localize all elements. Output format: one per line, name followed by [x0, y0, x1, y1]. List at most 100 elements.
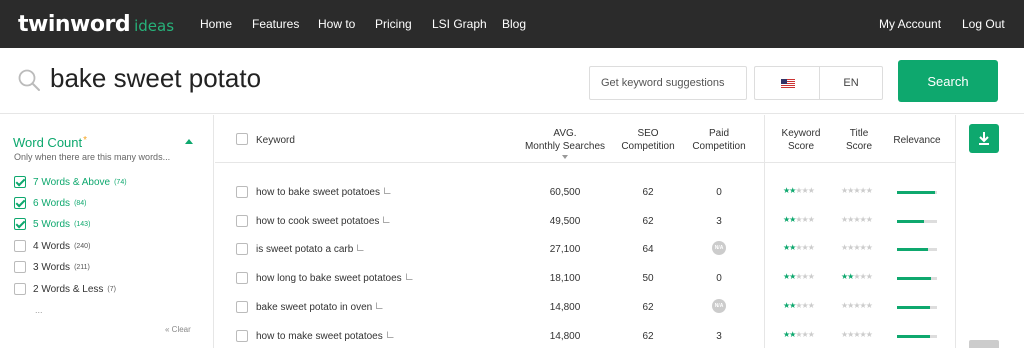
keyword-score-star: ★	[807, 301, 815, 310]
keyword-score-stars: ★★★★★	[783, 215, 815, 224]
relevance-bar	[897, 306, 937, 309]
word-count-count: (240)	[74, 242, 91, 250]
row-checkbox[interactable]	[236, 186, 248, 198]
seo-cell: 50	[642, 273, 654, 284]
suggestion-input[interactable]	[589, 66, 747, 100]
row-checkbox[interactable]	[236, 215, 248, 227]
header-paid-competition[interactable]: Paid Competition	[684, 127, 754, 153]
select-all-checkbox[interactable]	[236, 133, 248, 145]
seo-cell: 62	[642, 302, 654, 313]
relevance-bar	[897, 277, 937, 280]
nav-features[interactable]: Features	[252, 17, 299, 31]
relevance-fill	[897, 306, 930, 309]
logo[interactable]: twinword ideas	[18, 12, 174, 37]
header-seo-competition[interactable]: SEO Competition	[613, 127, 683, 153]
external-link-icon[interactable]	[383, 216, 391, 223]
word-count-checkbox[interactable]	[14, 283, 26, 295]
keyword-text: how long to bake sweet potatoes	[256, 273, 402, 284]
row-checkbox[interactable]	[236, 272, 248, 284]
external-link-icon[interactable]	[405, 273, 413, 280]
keyword-cell[interactable]: how to cook sweet potatoes	[256, 216, 391, 227]
search-bar: bake sweet potato EN Search	[0, 48, 1024, 114]
row-checkbox[interactable]	[236, 243, 248, 255]
header-kscore-line2: Score	[787, 141, 815, 152]
relevance-bar	[897, 220, 937, 223]
nav-how-to[interactable]: How to	[318, 17, 355, 31]
header-kscore-line1: Keyword	[781, 128, 821, 139]
keyword-score-star: ★	[807, 243, 815, 252]
word-count-option[interactable]: 7 Words & Above (74)	[14, 175, 127, 189]
country-selector[interactable]	[754, 66, 819, 100]
sort-desc-icon	[562, 155, 568, 159]
nav-logout[interactable]: Log Out	[962, 17, 1005, 31]
keyword-cell[interactable]: how to bake sweet potatoes	[256, 187, 391, 198]
clear-filter-link[interactable]: « Clear	[165, 325, 191, 334]
keyword-score-stars: ★★★★★	[783, 243, 815, 252]
word-count-option[interactable]: 2 Words & Less (7)	[14, 282, 116, 296]
relevance-fill	[897, 335, 930, 338]
keyword-cell[interactable]: bake sweet potato in oven	[256, 302, 384, 313]
word-count-count: (143)	[74, 220, 91, 228]
word-count-option[interactable]: 4 Words (240)	[14, 239, 90, 253]
word-count-checkbox[interactable]	[14, 240, 26, 252]
filter-sidebar: Word Count* Only when there are this man…	[0, 115, 214, 348]
word-count-option[interactable]: 6 Words (84)	[14, 196, 87, 210]
collapse-caret-icon[interactable]	[185, 139, 193, 144]
keyword-score-stars: ★★★★★	[783, 186, 815, 195]
search-button[interactable]: Search	[898, 60, 998, 102]
table-row: how to cook sweet potatoes 49,500 62 3 ★★★★★…	[215, 206, 955, 235]
external-link-icon[interactable]	[357, 244, 365, 251]
word-count-label: 7 Words & Above	[33, 176, 111, 188]
nav-lsi-graph[interactable]: LSI Graph	[432, 17, 487, 31]
title-score-stars: ★★★★★	[841, 301, 873, 310]
header-title-score[interactable]: Title Score	[833, 127, 885, 153]
row-checkbox[interactable]	[236, 330, 248, 342]
keyword-cell[interactable]: how long to bake sweet potatoes	[256, 273, 413, 284]
nav-pricing[interactable]: Pricing	[375, 17, 412, 31]
table-row: bake sweet potato in oven 14,800 62 N/A ★★★★…	[215, 292, 955, 321]
nav-my-account[interactable]: My Account	[879, 17, 941, 31]
nav-home[interactable]: Home	[200, 17, 232, 31]
paid-cell: 0	[716, 187, 722, 198]
download-button[interactable]	[969, 124, 999, 153]
title-score-star: ★	[865, 243, 873, 252]
keyword-score-star: ★	[807, 215, 815, 224]
header-divider	[215, 162, 955, 163]
language-selector[interactable]: EN	[819, 66, 883, 100]
search-query-text[interactable]: bake sweet potato	[50, 63, 261, 94]
word-count-count: (74)	[114, 178, 127, 186]
header-keyword-score[interactable]: Keyword Score	[773, 127, 829, 153]
title-score-stars: ★★★★★	[841, 272, 873, 281]
external-link-icon[interactable]	[376, 302, 384, 309]
scroll-button[interactable]	[969, 340, 999, 348]
word-count-checkbox[interactable]	[14, 197, 26, 209]
keyword-text: how to bake sweet potatoes	[256, 187, 380, 198]
header-keyword[interactable]: Keyword	[256, 134, 295, 147]
title-score-star: ★	[865, 330, 873, 339]
row-checkbox[interactable]	[236, 301, 248, 313]
keyword-text: how to make sweet potatoes	[256, 331, 383, 342]
header-relevance[interactable]: Relevance	[887, 134, 947, 147]
keyword-score-stars: ★★★★★	[783, 272, 815, 281]
external-link-icon[interactable]	[386, 331, 394, 338]
word-count-option[interactable]: 3 Words (211)	[14, 260, 90, 274]
search-icon	[18, 69, 40, 91]
word-count-checkbox[interactable]	[14, 261, 26, 273]
header-avg-searches[interactable]: AVG. Monthly Searches	[515, 127, 615, 159]
nav-blog[interactable]: Blog	[502, 17, 526, 31]
filter-title[interactable]: Word Count*	[13, 135, 87, 150]
word-count-option[interactable]: 5 Words (143)	[14, 217, 90, 231]
title-score-star: ★	[865, 186, 873, 195]
word-count-count: (84)	[74, 199, 87, 207]
word-count-checkbox[interactable]	[14, 218, 26, 230]
keyword-table: Keyword AVG. Monthly Searches SEO Compet…	[215, 115, 955, 348]
keyword-cell[interactable]: how to make sweet potatoes	[256, 331, 394, 342]
title-score-stars: ★★★★★	[841, 330, 873, 339]
download-icon	[979, 132, 989, 145]
word-count-checkbox[interactable]	[14, 176, 26, 188]
logo-text: twinword	[18, 12, 131, 37]
filter-subtitle: Only when there are this many words...	[14, 152, 171, 162]
external-link-icon[interactable]	[383, 187, 391, 194]
word-count-label: 2 Words & Less	[33, 283, 104, 295]
keyword-cell[interactable]: is sweet potato a carb	[256, 244, 365, 255]
